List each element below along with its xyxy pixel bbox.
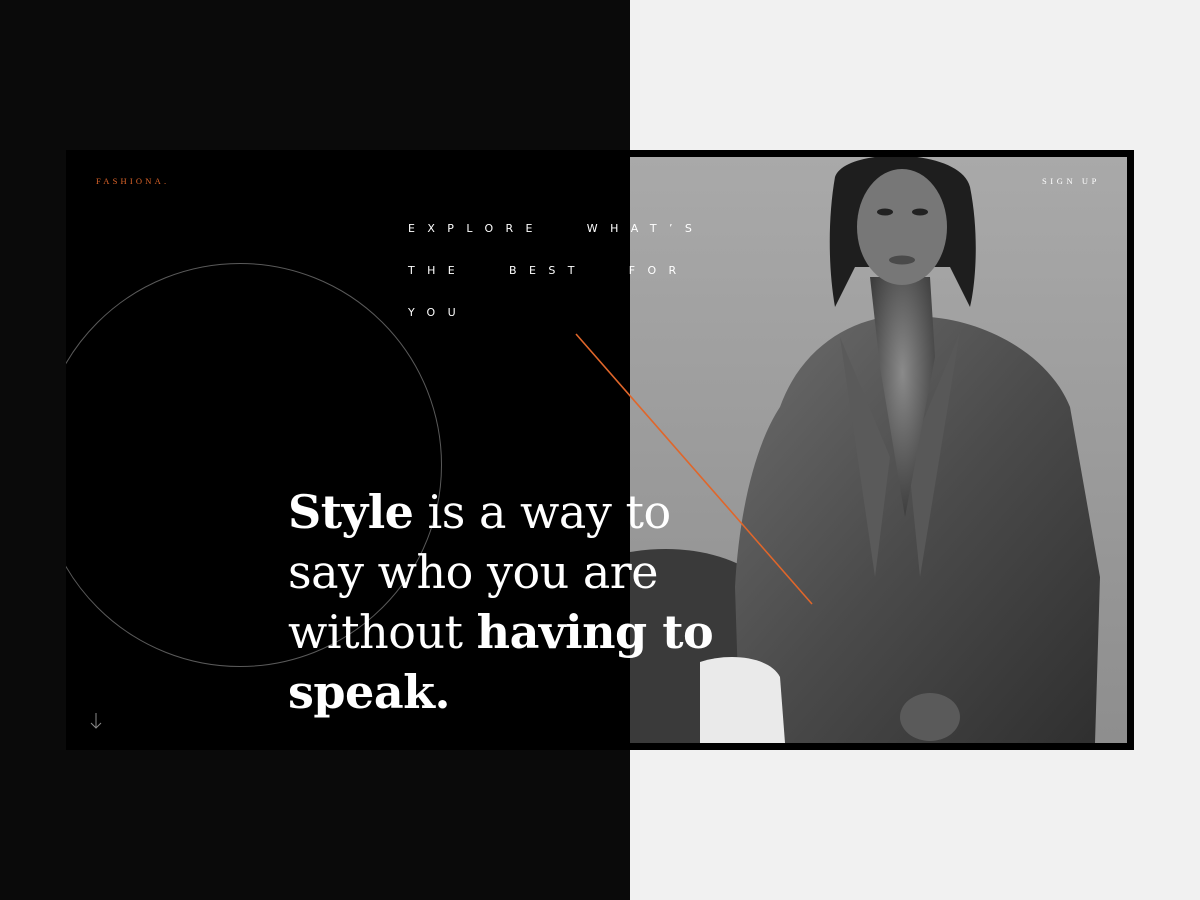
tagline-line-2: THE BEST FOR	[408, 264, 689, 277]
sign-up-button[interactable]: SIGN UP	[1042, 176, 1100, 186]
hero-card: FASHIONA. SIGN UP EXPLORE WHAT’S THE BES…	[66, 150, 1134, 750]
tagline-line-1: EXPLORE WHAT’S	[408, 222, 705, 235]
headline-bold-style: Style	[288, 485, 414, 539]
page: FASHIONA. SIGN UP EXPLORE WHAT’S THE BES…	[0, 0, 1200, 900]
arrow-down-icon[interactable]	[89, 711, 103, 731]
tagline: EXPLORE WHAT’S THE BEST FOR YOU	[408, 220, 738, 346]
hero-headline: Style is a way to say who you are withou…	[288, 482, 728, 722]
brand-logo[interactable]: FASHIONA.	[96, 176, 169, 186]
tagline-line-3: YOU	[408, 306, 469, 319]
